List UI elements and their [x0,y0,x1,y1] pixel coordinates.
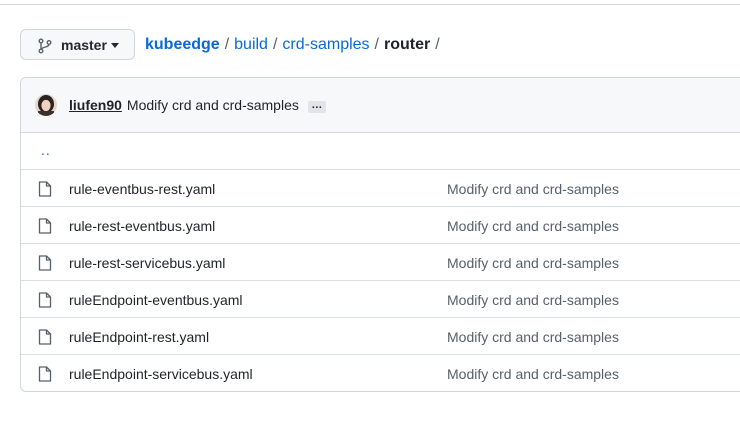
file-commit-message-link[interactable]: Modify crd and crd-samples [447,253,619,273]
file-row[interactable]: ruleEndpoint-eventbus.yaml Modify crd and… [21,280,740,317]
commit-author-link[interactable]: liufen90 [69,95,122,115]
file-commit-message-link[interactable]: Modify crd and crd-samples [447,179,619,199]
breadcrumb: kubeedge / build / crd-samples / router / [145,34,445,56]
file-name-link[interactable]: ruleEndpoint-eventbus.yaml [69,290,243,310]
commit-message-link[interactable]: Modify crd and crd-samples [127,95,299,115]
user-avatar[interactable] [35,94,57,116]
file-name-link[interactable]: rule-rest-servicebus.yaml [69,253,225,273]
git-branch-icon [38,38,52,54]
file-row[interactable]: rule-rest-servicebus.yaml Modify crd and … [21,243,740,280]
latest-commit-summary: liufen90 Modify crd and crd-samples … [69,95,326,115]
file-name-link[interactable]: ruleEndpoint-servicebus.yaml [69,364,253,384]
file-icon [38,366,52,382]
breadcrumb-separator: / [435,36,440,53]
avatar-image [35,94,57,116]
breadcrumb-separator: / [272,36,278,53]
file-commit-message-link[interactable]: Modify crd and crd-samples [447,364,619,384]
commit-expand-button[interactable]: … [307,100,326,113]
breadcrumb-separator: / [224,36,230,53]
file-row[interactable]: ruleEndpoint-rest.yaml Modify crd and crd… [21,317,740,354]
file-commit-message-link[interactable]: Modify crd and crd-samples [447,327,619,347]
breadcrumb-repo-link[interactable]: kubeedge [145,36,220,53]
file-name-link[interactable]: ruleEndpoint-rest.yaml [69,327,209,347]
top-divider [0,4,740,5]
file-name-link[interactable]: rule-rest-eventbus.yaml [69,216,215,236]
file-name-link[interactable]: rule-eventbus-rest.yaml [69,179,215,199]
parent-directory-row[interactable]: .. [21,133,740,169]
triangle-down-icon [111,43,119,48]
branch-selector-button[interactable]: master [20,29,135,60]
branch-name: master [61,37,107,53]
breadcrumb-separator: / [374,36,379,53]
file-row[interactable]: ruleEndpoint-servicebus.yaml Modify crd a… [21,354,740,391]
latest-commit-header: liufen90 Modify crd and crd-samples … [21,78,740,133]
breadcrumb-build-link[interactable]: build [234,36,268,53]
file-commit-message-link[interactable]: Modify crd and crd-samples [447,290,619,310]
file-icon [38,255,52,271]
file-icon [38,292,52,308]
file-icon [38,218,52,234]
breadcrumb-crd-samples-link[interactable]: crd-samples [282,36,369,53]
file-list-box: liufen90 Modify crd and crd-samples … ..… [20,77,740,392]
file-commit-message-link[interactable]: Modify crd and crd-samples [447,216,619,236]
file-row[interactable]: rule-eventbus-rest.yaml Modify crd and cr… [21,169,740,206]
file-icon [38,329,52,345]
breadcrumb-current: router [384,36,431,53]
parent-directory-link[interactable]: .. [41,142,51,158]
file-row[interactable]: rule-rest-eventbus.yaml Modify crd and cr… [21,206,740,243]
file-icon [38,181,52,197]
